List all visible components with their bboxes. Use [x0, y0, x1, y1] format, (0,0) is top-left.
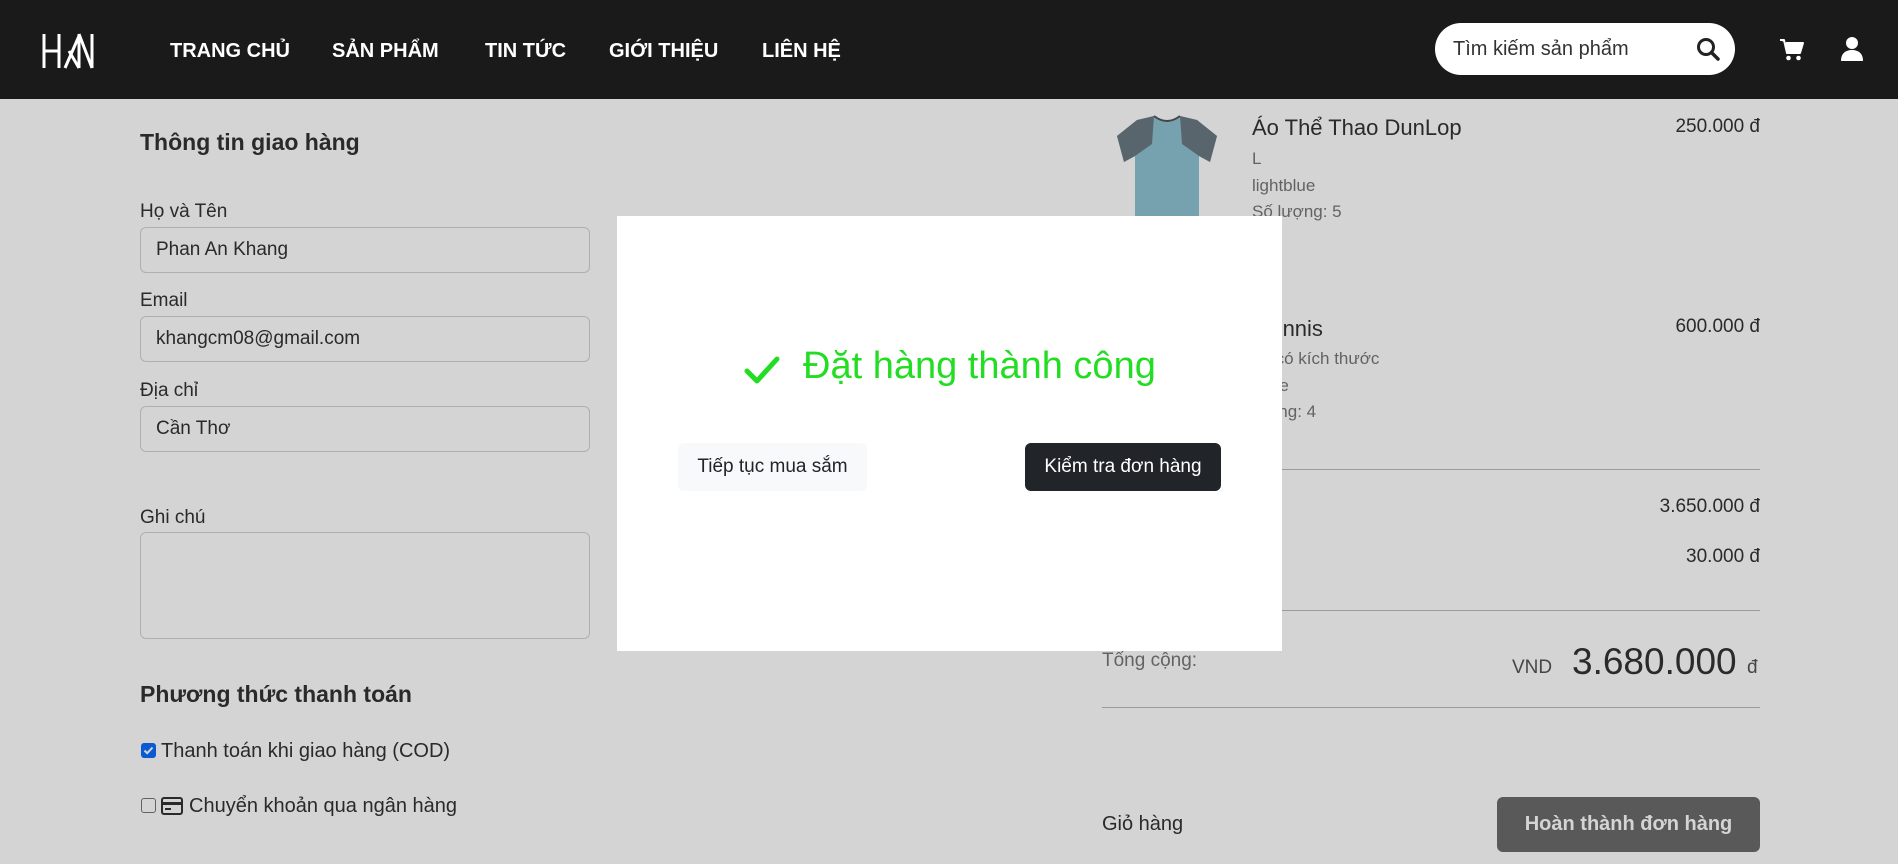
top-navbar: TRANG CHỦ SẢN PHẨM TIN TỨC GIỚI THIỆU LI… — [0, 0, 1898, 99]
search-icon[interactable] — [1695, 36, 1721, 62]
modal-title: Đặt hàng thành công — [803, 345, 1156, 387]
brand-logo[interactable] — [41, 32, 95, 70]
nav-home[interactable]: TRANG CHỦ — [170, 40, 290, 63]
modal-header: Đặt hàng thành công — [617, 341, 1282, 401]
cart-icon[interactable] — [1778, 35, 1806, 63]
search-input[interactable] — [1453, 23, 1683, 75]
user-icon[interactable] — [1838, 35, 1866, 63]
search-box — [1435, 23, 1735, 75]
nav-about[interactable]: GIỚI THIỆU — [609, 40, 718, 63]
continue-shopping-button[interactable]: Tiếp tục mua sắm — [678, 443, 867, 491]
check-order-button[interactable]: Kiểm tra đơn hàng — [1025, 443, 1221, 491]
checkmark-icon — [744, 356, 780, 384]
nav-products[interactable]: SẢN PHẨM — [332, 40, 439, 63]
nav-news[interactable]: TIN TỨC — [485, 40, 566, 63]
nav-contact[interactable]: LIÊN HỆ — [762, 40, 841, 63]
order-success-modal: Đặt hàng thành công Tiếp tục mua sắm Kiể… — [617, 216, 1282, 651]
